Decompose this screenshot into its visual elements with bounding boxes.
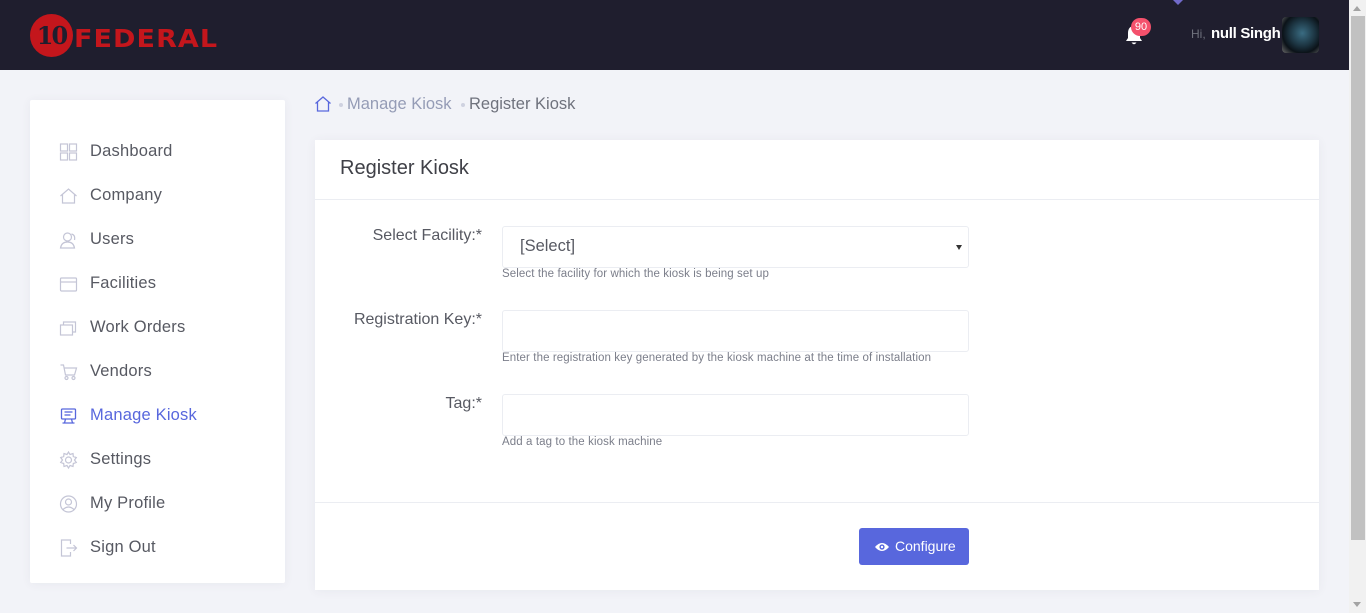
dashboard-icon <box>59 143 78 161</box>
federal-logo[interactable]: 10 FEDERAL <box>30 14 232 58</box>
divider <box>315 199 1319 200</box>
facility-select-value: [Select] <box>520 237 576 255</box>
sidebar-item-manage-kiosk[interactable]: Manage Kiosk <box>30 394 285 438</box>
sidebar-item-my-profile[interactable]: My Profile <box>30 482 285 526</box>
logo-text: FEDERAL <box>74 24 219 53</box>
facility-select[interactable]: [Select] <box>502 226 969 268</box>
sign-out-icon <box>60 539 78 557</box>
divider <box>315 502 1319 503</box>
users-icon <box>59 232 76 249</box>
sidebar-item-dashboard[interactable]: Dashboard <box>30 130 285 174</box>
eye-icon <box>875 543 889 551</box>
tag-input[interactable] <box>502 394 969 436</box>
configure-button[interactable]: Configure <box>859 528 969 565</box>
register-kiosk-panel: Register Kiosk Select Facility:* [Select… <box>315 140 1319 590</box>
sidebar-item-label: Work Orders <box>90 318 186 336</box>
gear-icon <box>59 451 78 469</box>
sidebar-item-label: Company <box>90 186 163 204</box>
tag-help-text: Add a tag to the kiosk machine <box>502 436 663 448</box>
profile-icon <box>59 495 78 513</box>
dropdown-caret-icon <box>1173 0 1183 5</box>
sidebar-item-label: Sign Out <box>90 538 156 556</box>
sidebar-item-sign-out[interactable]: Sign Out <box>30 526 285 570</box>
work-orders-icon <box>59 321 77 336</box>
home-icon <box>60 188 77 204</box>
notification-badge[interactable]: 90 <box>1131 18 1151 36</box>
facility-help-text: Select the facility for which the kiosk … <box>502 268 769 280</box>
sidebar-item-company[interactable]: Company <box>30 174 285 218</box>
sidebar-item-label: Settings <box>90 450 152 468</box>
facilities-icon <box>59 277 78 292</box>
sidebar-item-settings[interactable]: Settings <box>30 438 285 482</box>
cart-icon <box>60 364 78 381</box>
sidebar-item-label: Dashboard <box>90 142 173 160</box>
configure-button-label: Configure <box>895 538 956 554</box>
sidebar-item-users[interactable]: Users <box>30 218 285 262</box>
top-header: 10 FEDERAL 90 Hi, null Singh <box>0 0 1349 70</box>
avatar[interactable] <box>1282 17 1319 53</box>
registration-key-label: Registration Key:* <box>353 311 482 328</box>
breadcrumb-manage-kiosk[interactable]: Manage Kiosk <box>347 95 452 114</box>
kiosk-icon <box>60 408 77 424</box>
scroll-up-arrow-icon[interactable] <box>1353 6 1361 11</box>
breadcrumb-current: Register Kiosk <box>469 95 576 113</box>
breadcrumb-separator <box>339 103 343 107</box>
sidebar: Dashboard Company Users Facilities Work … <box>30 100 285 583</box>
username[interactable]: null Singh <box>1211 25 1281 42</box>
registration-key-help-text: Enter the registration key generated by … <box>502 352 932 364</box>
sidebar-item-facilities[interactable]: Facilities <box>30 262 285 306</box>
sidebar-item-label: Manage Kiosk <box>90 406 197 424</box>
sidebar-item-label: Facilities <box>90 274 157 292</box>
sidebar-item-label: My Profile <box>90 494 166 512</box>
sidebar-item-label: Users <box>90 230 135 248</box>
sidebar-item-label: Vendors <box>90 362 152 380</box>
tag-label: Tag:* <box>445 395 482 412</box>
logo-number: 10 <box>36 21 68 50</box>
chevron-down-icon <box>956 245 962 250</box>
home-icon[interactable] <box>314 95 332 113</box>
page-title: Register Kiosk <box>340 157 469 179</box>
scrollbar-thumb[interactable] <box>1351 16 1365 540</box>
registration-key-input[interactable] <box>502 310 969 352</box>
greeting-text: Hi, <box>1191 27 1206 41</box>
sidebar-item-work-orders[interactable]: Work Orders <box>30 306 285 350</box>
facility-label: Select Facility:* <box>372 227 482 244</box>
sidebar-item-vendors[interactable]: Vendors <box>30 350 285 394</box>
breadcrumb-separator <box>461 103 465 107</box>
scroll-down-arrow-icon[interactable] <box>1353 602 1361 607</box>
